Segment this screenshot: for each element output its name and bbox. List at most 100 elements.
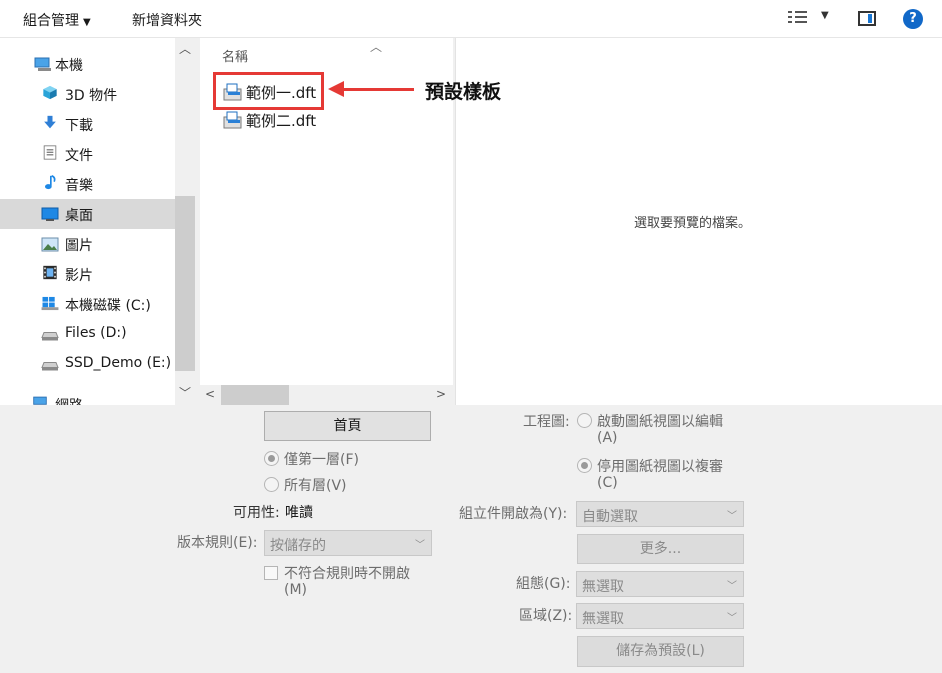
chevron-down-icon[interactable]: ﹀ [179, 384, 191, 401]
revision-rule-select[interactable]: 按儲存的 ﹀ [264, 530, 432, 556]
nav-item-this-pc[interactable]: 本機 [0, 49, 175, 79]
preview-message: 選取要預覽的檔案。 [634, 216, 752, 231]
nav-item-drive-e[interactable]: SSD_Demo (E:) [0, 349, 175, 379]
file-list: 名稱 ︿ 範例一.dft 範例二.dft < > [200, 38, 453, 405]
chevron-down-icon: ▼ [83, 17, 91, 28]
nav-label: 網路 [55, 395, 83, 405]
config-value: 無選取 [582, 579, 624, 595]
assembly-open-select[interactable]: 自動選取 ﹀ [576, 501, 744, 527]
chevron-down-icon: ▼ [821, 10, 829, 21]
draft-file-icon [223, 111, 242, 129]
nav-label: 3D 物件 [65, 88, 118, 104]
no-open-checkbox[interactable] [264, 566, 278, 580]
preview-pane-icon[interactable] [858, 11, 876, 26]
chevron-left-icon[interactable]: < [205, 387, 215, 401]
video-icon [43, 265, 57, 280]
nav-label: 本機磁碟 (C:) [65, 298, 151, 314]
preview-pane: 選取要預覽的檔案。 [455, 38, 942, 405]
zone-value: 無選取 [582, 611, 624, 627]
nav-item-network[interactable]: 網路 [0, 389, 175, 405]
nav-item-drive-d[interactable]: Files (D:) [0, 319, 175, 349]
all-levels-radio[interactable] [264, 477, 279, 492]
toolbar: 組合管理 ▼ 新增資料夾 ▼ ? [0, 0, 942, 38]
drive-icon [41, 362, 59, 371]
navigation-pane: 本機 3D 物件 下載 文件 音樂 桌面 圖片 影片 本機磁碟 (C:) Fil… [0, 38, 195, 405]
zone-select[interactable]: 無選取 ﹀ [576, 603, 744, 629]
scrollbar-thumb[interactable] [221, 385, 289, 405]
availability-label: 可用性: [233, 505, 280, 521]
drawing-label: 工程圖: [523, 414, 570, 430]
nav-item-3d-objects[interactable]: 3D 物件 [0, 79, 175, 109]
windows-drive-icon [41, 296, 59, 311]
arrow-left-icon [328, 81, 344, 97]
chevron-right-icon[interactable]: > [436, 387, 446, 401]
nav-item-desktop[interactable]: 桌面 [0, 199, 175, 229]
enable-view-radio[interactable] [577, 413, 592, 428]
nav-item-drive-c[interactable]: 本機磁碟 (C:) [0, 289, 175, 319]
nav-label: 音樂 [65, 178, 93, 194]
nav-item-documents[interactable]: 文件 [0, 139, 175, 169]
details-view-icon [788, 10, 808, 26]
revision-rule-value: 按儲存的 [270, 538, 326, 554]
disable-view-key: (C) [597, 475, 618, 491]
enable-view-key: (A) [597, 430, 618, 446]
new-folder-button[interactable]: 新增資料夾 [132, 10, 202, 30]
nav-label: 圖片 [65, 238, 93, 254]
home-button[interactable]: 首頁 [264, 411, 431, 441]
chevron-up-icon[interactable]: ︿ [179, 40, 191, 57]
assembly-open-value: 自動選取 [582, 509, 638, 525]
document-icon [43, 145, 57, 160]
no-open-label: 不符合規則時不開啟 [284, 566, 410, 582]
sort-ascending-icon: ︿ [370, 40, 383, 54]
download-icon [44, 115, 56, 129]
no-open-key: (M) [284, 582, 308, 598]
enable-view-label: 啟動圖紙視圖以編輯 [597, 414, 723, 430]
more-button[interactable]: 更多... [577, 534, 744, 564]
scrollbar-thumb[interactable] [175, 196, 195, 371]
highlight-box [213, 72, 324, 110]
nav-label: 本機 [55, 58, 83, 74]
chevron-down-icon: ﹀ [727, 511, 737, 522]
organize-label: 組合管理 [23, 13, 79, 29]
help-icon[interactable]: ? [903, 9, 923, 29]
revision-rule-label: 版本規則(E): [177, 535, 258, 551]
config-select[interactable]: 無選取 ﹀ [576, 571, 744, 597]
file-name: 範例二.dft [246, 112, 317, 130]
first-level-radio[interactable] [264, 451, 279, 466]
chevron-down-icon: ﹀ [727, 613, 737, 624]
drive-icon [41, 332, 59, 341]
disable-view-label: 停用圖紙視圖以複審 [597, 459, 723, 475]
first-level-label: 僅第一層(F) [284, 452, 359, 468]
network-icon [33, 396, 47, 405]
assembly-open-label: 組立件開啟為(Y): [459, 506, 568, 522]
nav-label: 下載 [65, 118, 93, 134]
nav-item-pictures[interactable]: 圖片 [0, 229, 175, 259]
cube-icon [43, 85, 57, 100]
nav-label: 文件 [65, 148, 93, 164]
nav-item-downloads[interactable]: 下載 [0, 109, 175, 139]
nav-label: 影片 [65, 268, 93, 284]
save-default-button[interactable]: 儲存為預設(L) [577, 636, 744, 667]
music-icon [45, 175, 56, 190]
horizontal-scrollbar[interactable]: < > [200, 385, 453, 405]
zone-label: 區域(Z): [519, 608, 573, 624]
all-levels-label: 所有層(V) [284, 478, 347, 494]
disable-view-radio[interactable] [577, 458, 592, 473]
config-label: 組態(G): [516, 576, 571, 592]
availability-value: 唯讀 [285, 505, 313, 521]
annotation-label: 預設樣板 [425, 81, 502, 103]
nav-label: 桌面 [65, 208, 93, 224]
annotation-arrow [340, 88, 414, 91]
organize-button[interactable]: 組合管理 ▼ [23, 10, 91, 30]
nav-label: SSD_Demo (E:) [65, 355, 172, 371]
view-options-button[interactable]: ▼ [788, 10, 832, 28]
nav-item-videos[interactable]: 影片 [0, 259, 175, 289]
chevron-down-icon: ﹀ [415, 540, 425, 551]
nav-item-music[interactable]: 音樂 [0, 169, 175, 199]
computer-icon [34, 57, 51, 71]
chevron-down-icon: ﹀ [727, 581, 737, 592]
desktop-icon [41, 207, 59, 221]
picture-icon [41, 237, 59, 252]
nav-scrollbar[interactable]: ︿ ﹀ [175, 38, 195, 405]
column-header-name[interactable]: 名稱 [222, 46, 248, 65]
